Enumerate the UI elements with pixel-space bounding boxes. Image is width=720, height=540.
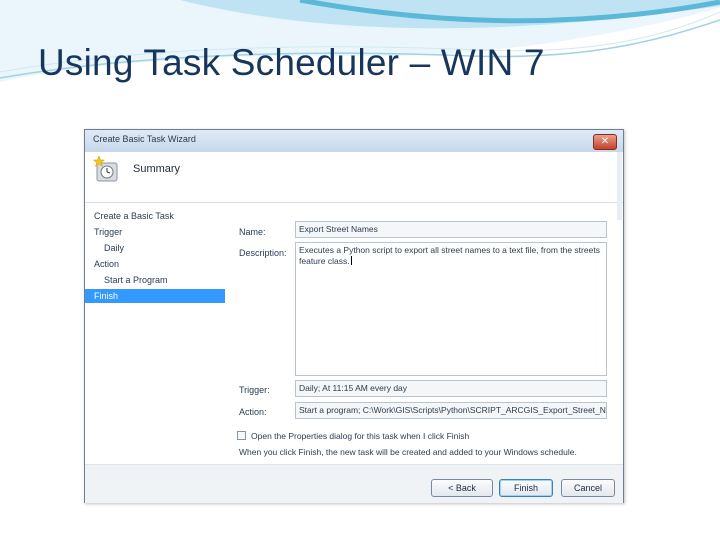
name-value: Export Street Names [299,224,378,234]
step-finish[interactable]: Finish [85,289,225,303]
description-value: Executes a Python script to export all s… [299,245,600,266]
trigger-field[interactable]: Daily; At 11:15 AM every day [295,380,607,397]
text-caret [350,256,352,265]
slide-title: Using Task Scheduler – WIN 7 [38,42,545,83]
finish-info-text: When you click Finish, the new task will… [239,447,577,457]
trigger-label: Trigger: [239,385,270,395]
step-trigger[interactable]: Trigger [85,225,225,239]
header-title: Summary [133,163,181,175]
step-start-a-program[interactable]: Start a Program [85,273,225,287]
window-title: Create Basic Task Wizard [93,134,196,144]
wizard-header: Summary [85,152,623,203]
step-action[interactable]: Action [85,257,225,271]
open-properties-checkbox[interactable] [237,431,246,440]
create-basic-task-wizard-window: Create Basic Task Wizard ✕ Summary Creat… [84,129,624,503]
window-titlebar[interactable]: Create Basic Task Wizard ✕ [85,130,623,152]
wizard-footer: < Back Finish Cancel [85,464,623,503]
back-button[interactable]: < Back [431,479,493,497]
step-create-basic-task[interactable]: Create a Basic Task [85,209,225,223]
finish-button[interactable]: Finish [499,479,553,497]
description-textarea[interactable]: Executes a Python script to export all s… [295,242,607,376]
action-value: Start a program; C:\Work\GIS\Scripts\Pyt… [299,405,606,415]
name-field[interactable]: Export Street Names [295,221,607,238]
step-daily[interactable]: Daily [85,241,225,255]
close-icon: ✕ [600,136,610,147]
description-label: Description: [239,248,287,258]
wizard-steps-pane: Create a Basic Task Trigger Daily Action… [85,203,231,463]
action-label: Action: [239,407,267,417]
close-button[interactable]: ✕ [593,134,617,150]
cancel-button[interactable]: Cancel [561,479,615,497]
action-field[interactable]: Start a program; C:\Work\GIS\Scripts\Pyt… [295,402,607,419]
header-scroll-edge [617,152,622,220]
task-wizard-icon [93,155,118,182]
name-label: Name: [239,227,266,237]
open-properties-label[interactable]: Open the Properties dialog for this task… [251,431,469,441]
trigger-value: Daily; At 11:15 AM every day [299,383,408,393]
